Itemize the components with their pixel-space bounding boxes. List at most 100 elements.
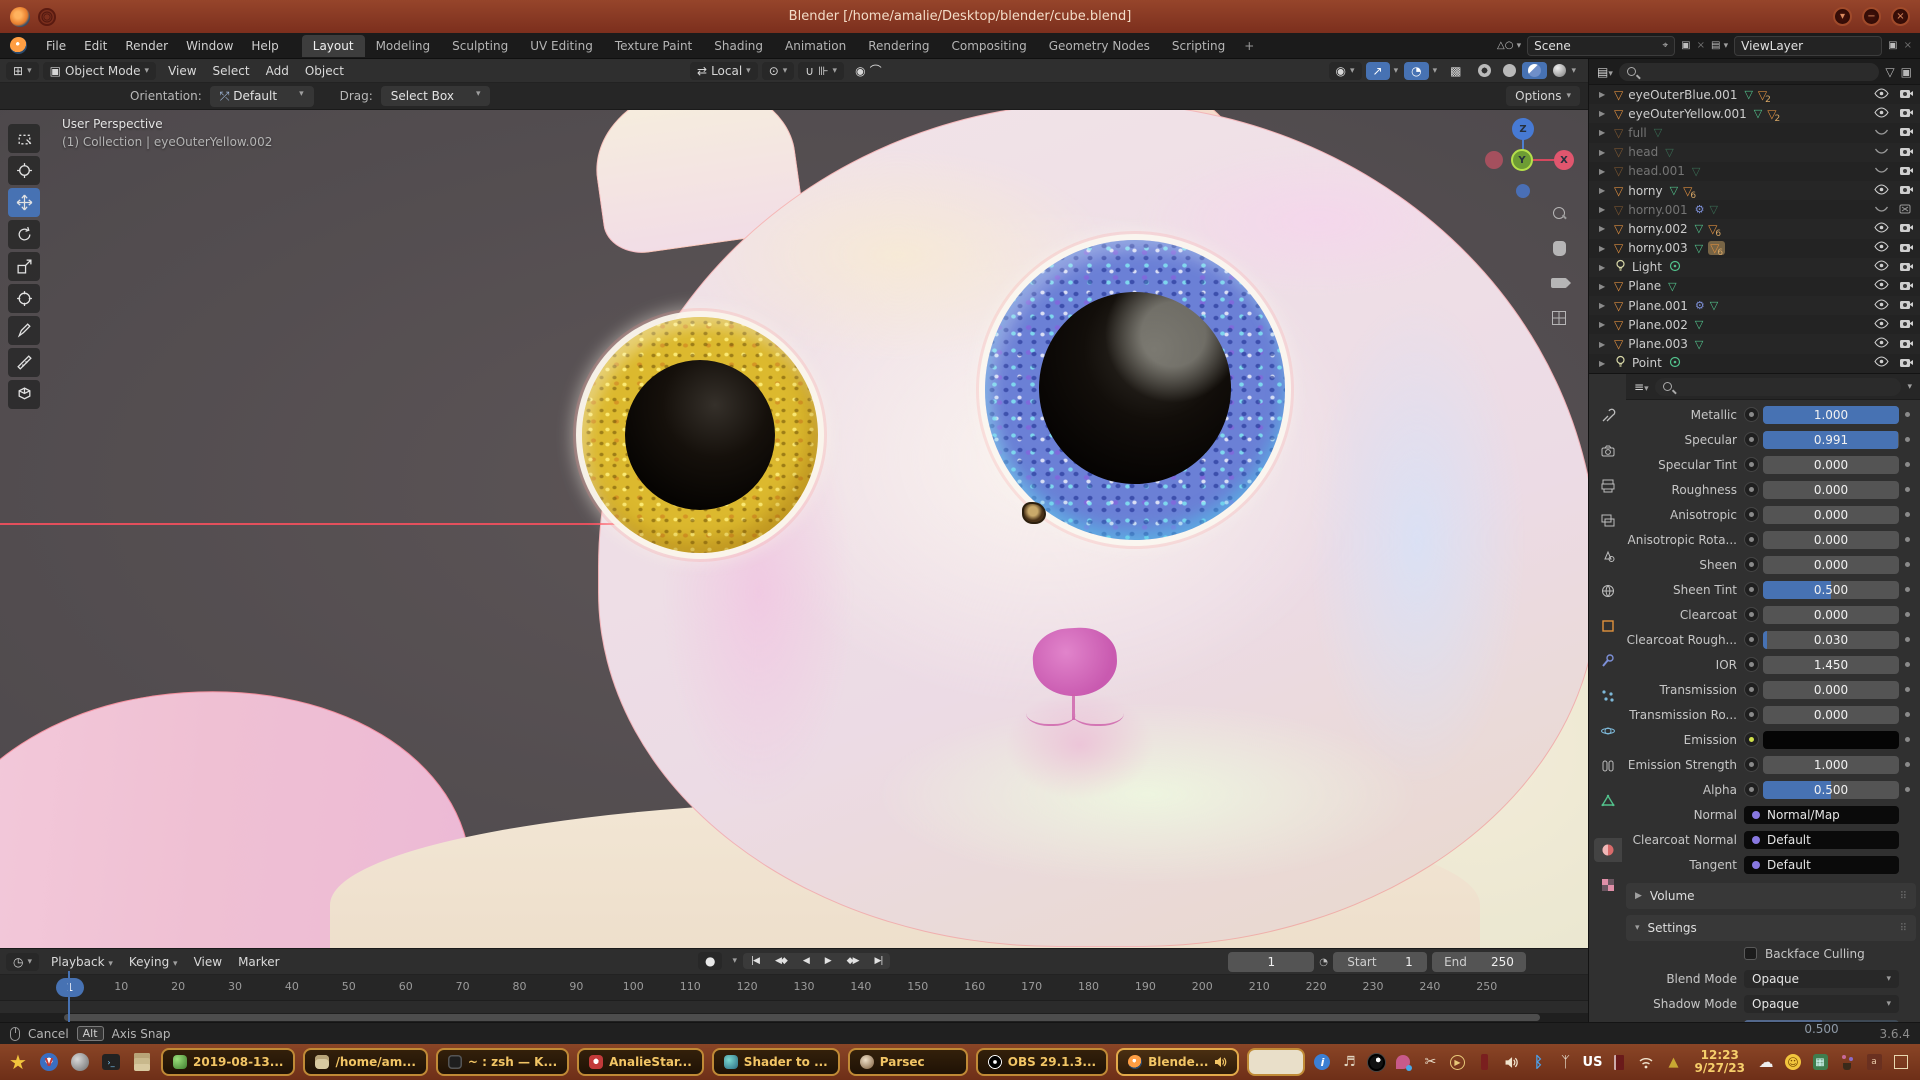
prop-slider-transmission[interactable]: 0.000 bbox=[1763, 681, 1899, 699]
tray-keyboard-icon[interactable]: US bbox=[1583, 1053, 1601, 1071]
tool-add-cube[interactable] bbox=[8, 380, 40, 409]
tab-layout[interactable]: Layout bbox=[302, 35, 365, 57]
launcher-star-menu[interactable]: ★ bbox=[6, 1050, 30, 1074]
taskbar-window-parsec[interactable]: Parsec bbox=[848, 1048, 968, 1076]
remove-viewlayer-icon[interactable]: × bbox=[1904, 40, 1912, 51]
menu-file[interactable]: File bbox=[37, 36, 75, 56]
decorator-dot[interactable] bbox=[1905, 612, 1910, 617]
shading-wireframe-button[interactable] bbox=[1472, 62, 1497, 79]
start-frame-field[interactable]: Start1 bbox=[1333, 952, 1427, 972]
timeline-scrollbar[interactable] bbox=[0, 1013, 1588, 1022]
animate-property-dot[interactable] bbox=[1744, 457, 1759, 472]
object-name[interactable]: head.001 bbox=[1628, 164, 1685, 178]
tab-rendering[interactable]: Rendering bbox=[857, 35, 940, 57]
prev-keyframe-button[interactable]: ◀◆ bbox=[767, 953, 795, 969]
hide-viewport-eye-icon[interactable] bbox=[1874, 184, 1889, 198]
minimize-window-button[interactable]: − bbox=[1862, 7, 1881, 26]
expand-arrow-icon[interactable]: ▶ bbox=[1599, 263, 1609, 272]
outliner-item-head[interactable]: ▶▽ head ▽ bbox=[1589, 143, 1920, 162]
expand-arrow-icon[interactable]: ▶ bbox=[1599, 205, 1609, 214]
prop-slider-metallic[interactable]: 1.000 bbox=[1763, 406, 1899, 424]
hide-render-camera-icon[interactable] bbox=[1899, 298, 1914, 313]
viewport-menu-add[interactable]: Add bbox=[258, 62, 297, 80]
hide-viewport-eye-icon[interactable] bbox=[1874, 356, 1889, 370]
animate-property-dot[interactable] bbox=[1744, 732, 1759, 747]
properties-tab-data[interactable] bbox=[1594, 789, 1622, 813]
tray-emoji-icon[interactable]: ☺ bbox=[1784, 1053, 1802, 1071]
3d-viewport[interactable]: User Perspective (1) Collection | eyeOut… bbox=[0, 110, 1588, 948]
outliner-item-plane[interactable]: ▶▽ Plane ▽ bbox=[1589, 277, 1920, 296]
scene-icon[interactable]: △○ ▾ bbox=[1497, 40, 1521, 51]
tray-picker-icon[interactable] bbox=[1394, 1053, 1412, 1071]
decorator-dot[interactable] bbox=[1905, 662, 1910, 667]
viewlayer-selector[interactable]: ViewLayer bbox=[1734, 36, 1882, 56]
tab-animation[interactable]: Animation bbox=[774, 35, 857, 57]
outliner-item-eyeouterblue-001[interactable]: ▶▽ eyeOuterBlue.001 ▽▽2 bbox=[1589, 85, 1920, 104]
decorator-dot[interactable] bbox=[1905, 687, 1910, 692]
hide-render-camera-icon[interactable] bbox=[1899, 279, 1914, 294]
timeline-menu-playback[interactable]: Playback ▾ bbox=[43, 953, 121, 971]
pivot-point-selector[interactable]: ⊙▾ bbox=[762, 62, 795, 80]
decorator-dot[interactable] bbox=[1905, 512, 1910, 517]
decorator-dot[interactable] bbox=[1905, 412, 1910, 417]
hide-viewport-eye-icon[interactable] bbox=[1874, 279, 1889, 293]
tray-scissors-icon[interactable]: ✂ bbox=[1421, 1053, 1439, 1071]
tab-texture-paint[interactable]: Texture Paint bbox=[604, 35, 703, 57]
animate-property-dot[interactable] bbox=[1744, 532, 1759, 547]
taskbar-window-analiestar[interactable]: AnalieStar... bbox=[577, 1048, 704, 1076]
tool-move[interactable] bbox=[8, 188, 40, 217]
prop-field-normal[interactable]: Normal/Map bbox=[1744, 806, 1899, 824]
decorator-dot[interactable] bbox=[1905, 437, 1910, 442]
gizmo-x-ball[interactable]: X bbox=[1554, 150, 1574, 170]
menu-window[interactable]: Window bbox=[177, 36, 242, 56]
add-workspace-button[interactable]: + bbox=[1236, 35, 1262, 57]
hide-viewport-eye-icon[interactable] bbox=[1874, 337, 1889, 351]
decorator-dot[interactable] bbox=[1905, 787, 1910, 792]
show-overlays-toggle[interactable]: ◔ bbox=[1404, 62, 1428, 80]
tool-transform[interactable] bbox=[8, 284, 40, 313]
decorator-dot[interactable] bbox=[1905, 537, 1910, 542]
stopwatch-icon[interactable]: ◔ bbox=[1319, 957, 1328, 968]
hide-render-camera-icon[interactable] bbox=[1899, 337, 1914, 352]
decorator-dot[interactable] bbox=[1905, 487, 1910, 492]
tab-shading[interactable]: Shading bbox=[703, 35, 774, 57]
object-name[interactable]: horny.003 bbox=[1628, 241, 1687, 255]
decorator-dot[interactable] bbox=[1905, 737, 1910, 742]
animate-property-dot[interactable] bbox=[1744, 682, 1759, 697]
taskbar-window-untitled[interactable] bbox=[1247, 1048, 1305, 1076]
animate-property-dot[interactable] bbox=[1744, 607, 1759, 622]
tray-weather-icon[interactable]: ☁ bbox=[1757, 1053, 1775, 1071]
expand-arrow-icon[interactable]: ▶ bbox=[1599, 224, 1609, 233]
prop-slider-transmission-ro[interactable]: 0.000 bbox=[1763, 706, 1899, 724]
animate-property-dot[interactable] bbox=[1744, 482, 1759, 497]
prop-slider-ior[interactable]: 1.450 bbox=[1763, 656, 1899, 674]
prop-slider-anisotropic-rota[interactable]: 0.000 bbox=[1763, 531, 1899, 549]
taskbar-window-obs-29-1-3[interactable]: OBS 29.1.3... bbox=[976, 1048, 1108, 1076]
outliner-item-full[interactable]: ▶▽ full ▽ bbox=[1589, 123, 1920, 142]
gizmo-neg-z-ball[interactable] bbox=[1516, 184, 1530, 198]
taskbar-window-home-am[interactable]: /home/am... bbox=[303, 1048, 427, 1076]
outliner-item-eyeouteryellow-001[interactable]: ▶▽ eyeOuterYellow.001 ▽▽2 bbox=[1589, 104, 1920, 123]
shading-material-button[interactable] bbox=[1522, 62, 1547, 79]
hide-render-camera-icon[interactable] bbox=[1899, 125, 1914, 140]
properties-tab-particles[interactable] bbox=[1594, 684, 1622, 708]
expand-arrow-icon[interactable]: ▶ bbox=[1599, 282, 1609, 291]
tray-music-icon[interactable]: ♬ bbox=[1340, 1053, 1358, 1071]
viewlayer-icon[interactable]: ▤ ▾ bbox=[1711, 40, 1728, 51]
animate-property-dot[interactable] bbox=[1744, 507, 1759, 522]
model-pupil-right[interactable] bbox=[1039, 292, 1231, 484]
object-name[interactable]: Plane.003 bbox=[1628, 337, 1688, 351]
outliner-item-plane-003[interactable]: ▶▽ Plane.003 ▽ bbox=[1589, 334, 1920, 353]
taskbar-window-zsh-k[interactable]: ~ : zsh — K... bbox=[436, 1048, 569, 1076]
decorator-dot[interactable] bbox=[1905, 587, 1910, 592]
decorator-dot[interactable] bbox=[1905, 637, 1910, 642]
next-keyframe-button[interactable]: ◆▶ bbox=[839, 953, 867, 969]
auto-keying-dropdown[interactable]: ▾ bbox=[732, 956, 737, 966]
properties-tab-constraints[interactable] bbox=[1594, 754, 1622, 778]
outliner-item-head-001[interactable]: ▶▽ head.001 ▽ bbox=[1589, 162, 1920, 181]
model-eye-yellow[interactable] bbox=[582, 317, 818, 553]
expand-arrow-icon[interactable]: ▶ bbox=[1599, 109, 1609, 118]
outliner-item-point[interactable]: ▶ Point bbox=[1589, 354, 1920, 373]
scene-selector[interactable]: Scene ⌖ bbox=[1527, 36, 1675, 56]
visibility-dropdown[interactable]: ◉▾ bbox=[1329, 62, 1362, 80]
